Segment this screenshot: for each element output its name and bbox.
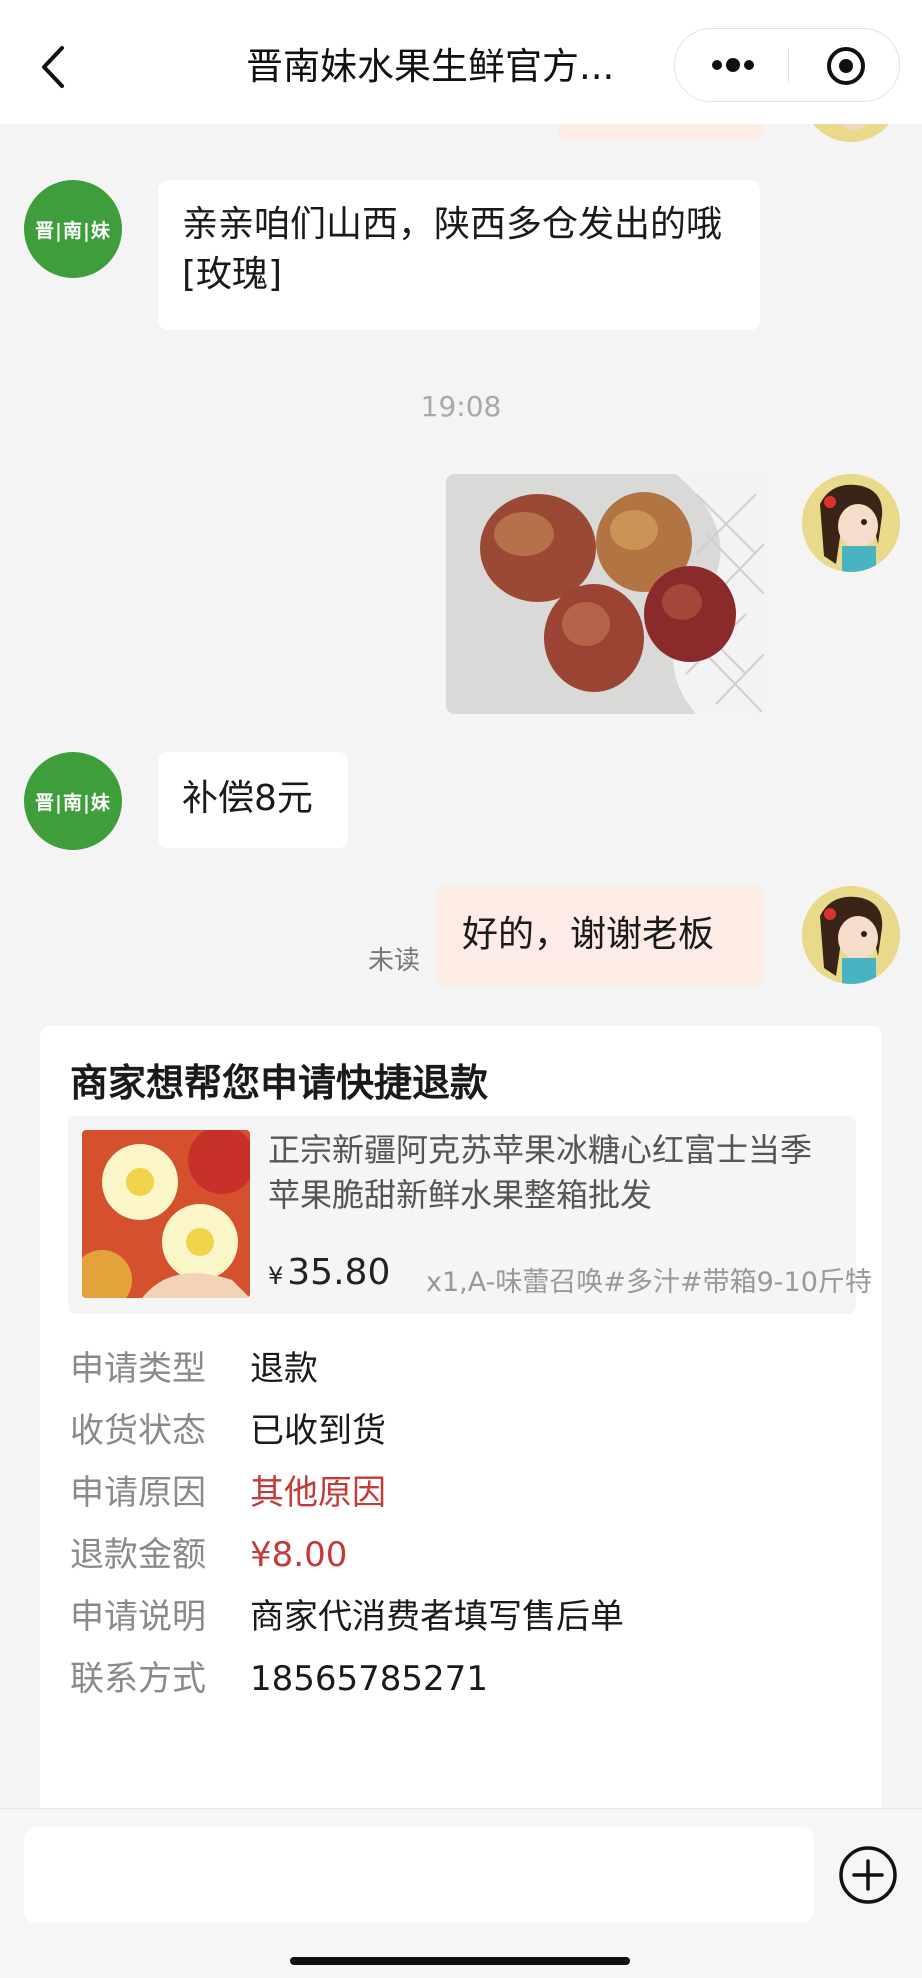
capsule-divider <box>788 49 789 83</box>
message-input[interactable] <box>24 1827 814 1923</box>
refund-request-card[interactable]: 商家想帮您申请快捷退款 正宗新疆阿克苏苹果冰糖心红富士当季苹果脆甜新鲜水果整箱批… <box>40 1026 882 1808</box>
field-label: 联系方式 <box>70 1659 206 1699</box>
product-summary[interactable]: 正宗新疆阿克苏苹果冰糖心红富士当季苹果脆甜新鲜水果整箱批发 ¥35.80 x1,… <box>68 1116 872 1314</box>
user-avatar[interactable] <box>802 124 900 142</box>
field-value: 退款 <box>250 1349 318 1389</box>
shop-avatar[interactable]: 晋|南|妹 <box>24 752 122 850</box>
field-label: 申请说明 <box>70 1597 206 1637</box>
message-bubble: 补偿8元 <box>158 752 348 848</box>
target-close-icon[interactable] <box>825 45 867 87</box>
product-price: ¥35.80 <box>268 1252 390 1293</box>
field-label: 退款金额 <box>70 1535 206 1575</box>
price-value: 35.80 <box>287 1252 391 1293</box>
page-title: 晋南妹水果生鲜官方... <box>246 45 615 88</box>
field-label: 收货状态 <box>70 1411 206 1451</box>
product-thumbnail <box>82 1130 250 1298</box>
previous-message-bubble <box>558 124 764 140</box>
field-label: 申请原因 <box>70 1473 206 1513</box>
field-label: 申请类型 <box>70 1349 206 1389</box>
field-value: ¥8.00 <box>250 1535 348 1575</box>
field-value: 其他原因 <box>250 1473 386 1513</box>
user-avatar[interactable] <box>802 886 900 984</box>
message-bubble: 好的，谢谢老板 <box>436 886 764 986</box>
mini-program-capsule <box>674 28 900 102</box>
card-title: 商家想帮您申请快捷退款 <box>70 1061 489 1105</box>
product-name: 正宗新疆阿克苏苹果冰糖心红富士当季苹果脆甜新鲜水果整箱批发 <box>268 1131 813 1214</box>
currency-symbol: ¥ <box>268 1262 284 1290</box>
back-icon[interactable] <box>34 42 74 92</box>
plus-circle-icon[interactable] <box>838 1845 898 1905</box>
home-indicator <box>290 1957 630 1965</box>
apples-photo[interactable] <box>446 474 764 714</box>
field-value: 已收到货 <box>250 1411 386 1451</box>
field-value: 商家代消费者填写售后单 <box>250 1597 624 1637</box>
message-timestamp: 19:08 <box>420 390 502 423</box>
user-avatar[interactable] <box>802 474 900 572</box>
product-spec: x1,A-味蕾召唤#多汁#带箱9-10斤特 <box>426 1267 872 1298</box>
field-value: 18565785271 <box>250 1659 488 1699</box>
more-dots-icon[interactable] <box>707 49 759 81</box>
chat-area[interactable]: 晋|南|妹 亲亲咱们山西，陕西多仓发出的哦[玫瑰] 19:08 晋|南|妹 补偿… <box>0 124 922 1808</box>
shop-avatar[interactable]: 晋|南|妹 <box>24 180 122 278</box>
top-nav-bar: 晋南妹水果生鲜官方... <box>0 0 922 124</box>
unread-status: 未读 <box>368 946 421 976</box>
input-bar <box>0 1808 922 1978</box>
message-bubble: 亲亲咱们山西，陕西多仓发出的哦[玫瑰] <box>158 180 760 330</box>
